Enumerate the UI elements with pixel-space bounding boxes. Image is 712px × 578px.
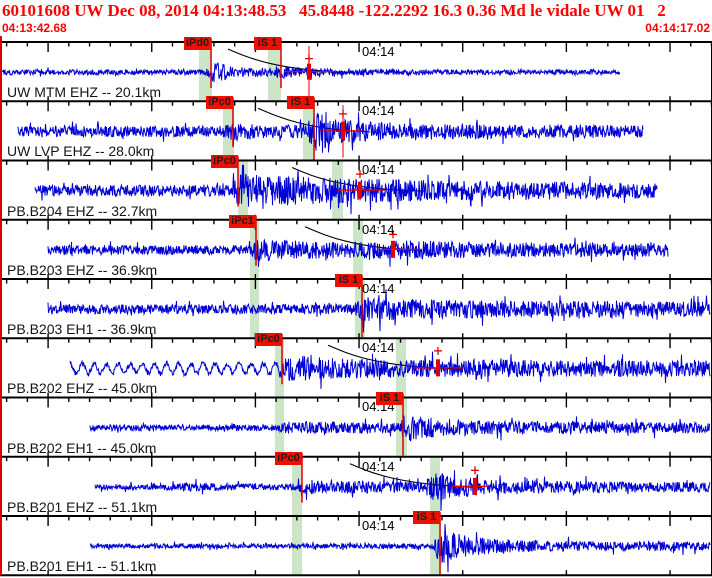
minute-label: 04:14 [362, 44, 395, 59]
amp-bar-marker[interactable] [307, 64, 311, 80]
minute-label: 04:14 [362, 162, 395, 177]
minute-label: 04:14 [362, 103, 395, 118]
station-label: PB.B201 EHZ -- 51.1km [7, 499, 157, 515]
amp-bar-marker[interactable] [358, 182, 362, 199]
pick-flag[interactable]: iPc1 [229, 215, 256, 228]
waveform-trace[interactable] [95, 470, 710, 511]
window-start-time: 04:13:42.68 [2, 21, 67, 35]
station-label: UW MTM EHZ -- 20.1km [7, 84, 161, 100]
station-label: PB.B204 EHZ -- 32.7km [7, 203, 157, 219]
minute-label: 04:14 [362, 518, 395, 533]
station-label: PB.B202 EH1 -- 45.0km [7, 440, 156, 456]
event-title: 60101608 UW Dec 08, 2014 04:13:48.53 45.… [2, 1, 712, 21]
pick-flag[interactable]: iPc0 [211, 155, 238, 168]
pick-flag[interactable]: iS 1 [376, 392, 403, 405]
waveform-trace[interactable] [90, 524, 710, 572]
minute-label: 04:14 [362, 222, 395, 237]
amp-bar-marker[interactable] [391, 241, 395, 258]
station-label: PB.B203 EHZ -- 36.9km [7, 262, 157, 278]
amp-bar-marker[interactable] [341, 122, 345, 140]
pick-flag[interactable]: iPd0 [184, 37, 211, 50]
station-label: PB.B201 EH1 -- 51.1km [7, 558, 156, 574]
coda-decay-curve [228, 49, 355, 73]
window-end-time: 04:14:17.02 [645, 21, 710, 35]
pick-flag[interactable]: iPc0 [206, 96, 233, 109]
amp-bar-marker[interactable] [473, 478, 477, 495]
station-label: UW LVP EHZ -- 28.0km [7, 143, 154, 159]
minute-label: 04:14 [362, 281, 395, 296]
station-label: PB.B203 EH1 -- 36.9km [7, 321, 156, 337]
minute-label: 04:14 [362, 340, 395, 355]
pick-flag[interactable]: iS 1 [254, 37, 281, 50]
pick-flag[interactable]: iS 1 [287, 96, 314, 109]
station-label: PB.B202 EHZ -- 45.0km [7, 380, 157, 396]
minute-label: 04:14 [362, 459, 395, 474]
waveform-trace[interactable] [70, 352, 710, 389]
seismic-picker-window: 60101608 UW Dec 08, 2014 04:13:48.53 45.… [0, 0, 712, 578]
pick-flag[interactable]: iS 1 [413, 511, 440, 524]
amp-bar-marker[interactable] [436, 359, 440, 376]
pick-flag[interactable]: iPc0 [255, 333, 282, 346]
pick-flag[interactable]: iS 1 [335, 274, 362, 287]
pick-flag[interactable]: iPc0 [275, 452, 302, 465]
